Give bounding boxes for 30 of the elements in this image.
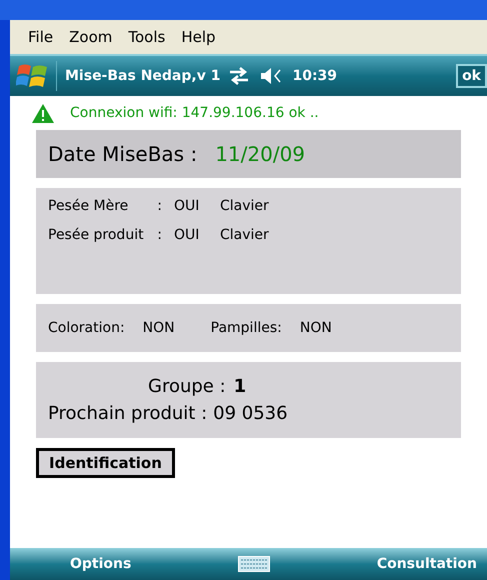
keyboard-icon[interactable]	[238, 556, 270, 572]
menu-item[interactable]: Zoom	[69, 26, 112, 48]
weighing-value: OUI	[174, 226, 200, 245]
consultation-softkey[interactable]: Consultation	[376, 554, 477, 574]
option-label: Coloration:	[48, 318, 125, 338]
group-value: 1	[234, 375, 246, 399]
option-label: Pampilles:	[210, 318, 282, 338]
date-label: Date MiseBas :	[48, 141, 198, 168]
weighing-mode: Clavier	[220, 197, 269, 216]
date-value: 11/20/09	[215, 141, 306, 168]
next-product-value: 09 0536	[213, 402, 288, 426]
ok-button[interactable]: ok	[456, 64, 487, 88]
weighing-label: Pesée Mère :	[48, 197, 163, 216]
weighing-value: OUI	[174, 197, 200, 216]
menu-item[interactable]: Tools	[128, 26, 166, 48]
connection-arrows-icon	[228, 67, 250, 85]
window-title: Mise-Bas Nedap,v 1	[65, 66, 220, 86]
option-value: NON	[300, 318, 332, 338]
group-label: Groupe :	[148, 375, 226, 399]
next-product-label: Prochain produit :	[48, 402, 208, 426]
option-value: NON	[142, 318, 175, 338]
status-message: Connexion wifi: 147.99.106.16 ok ..	[70, 104, 319, 122]
menu-item[interactable]: File	[28, 26, 54, 48]
weighing-mode: Clavier	[220, 226, 269, 245]
weighing-label: Pesée produit :	[48, 226, 163, 245]
menu-item[interactable]: Help	[181, 26, 216, 48]
options-softkey[interactable]: Options	[70, 554, 132, 574]
identification-button[interactable]: Identification	[36, 448, 175, 478]
warning-icon	[32, 104, 54, 122]
clock-time: 10:39	[292, 66, 338, 86]
